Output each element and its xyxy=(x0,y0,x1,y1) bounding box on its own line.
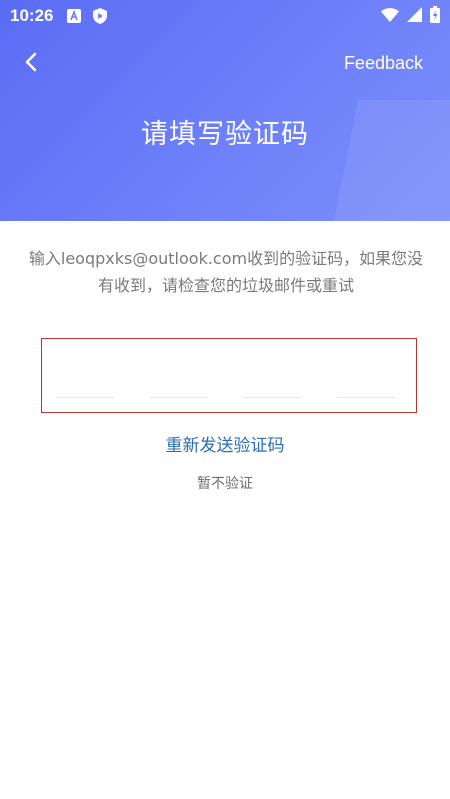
back-button[interactable] xyxy=(16,48,46,80)
page-title: 请填写验证码 xyxy=(141,119,309,150)
code-digit-slot-3[interactable] xyxy=(243,397,301,398)
header-banner xyxy=(0,0,450,221)
wifi-icon xyxy=(381,7,399,26)
code-digit-slot-1[interactable] xyxy=(56,397,114,398)
chevron-left-icon xyxy=(24,52,38,76)
verification-code-input[interactable] xyxy=(41,338,417,413)
code-digit-slot-2[interactable] xyxy=(150,397,208,398)
status-time: 10:26 xyxy=(10,6,54,25)
a-app-icon xyxy=(67,9,82,23)
resend-code-button[interactable]: 重新发送验证码 xyxy=(0,431,450,456)
battery-charging-icon xyxy=(430,5,440,27)
skip-verification-button[interactable]: 暂不验证 xyxy=(0,473,450,493)
status-bar: 10:26 xyxy=(0,0,450,32)
code-digit-slot-4[interactable] xyxy=(337,397,395,398)
shield-play-icon xyxy=(93,8,108,24)
feedback-button[interactable]: Feedback xyxy=(344,53,423,74)
signal-icon xyxy=(407,6,422,26)
instruction-text: 输入leoqpxks@outlook.com收到的验证码，如果您没有收到，请检查… xyxy=(28,249,424,295)
